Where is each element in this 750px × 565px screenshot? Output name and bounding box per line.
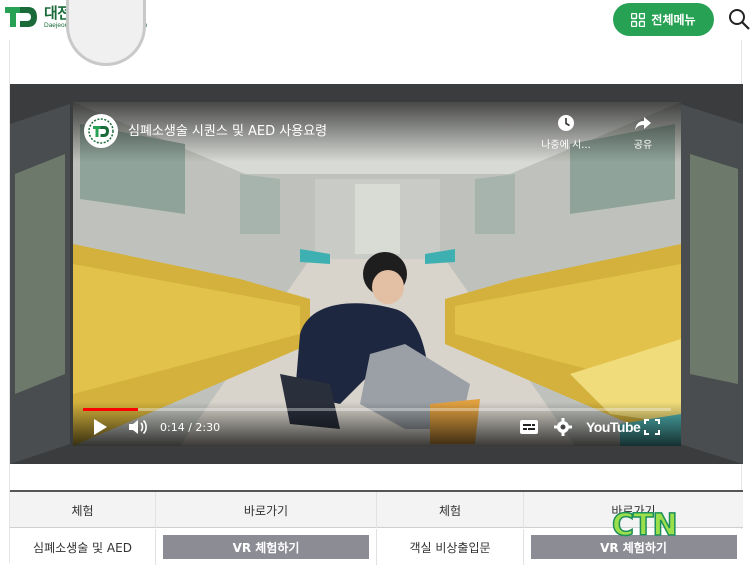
- vr-experience-button[interactable]: VR 체험하기: [163, 535, 369, 559]
- share-label: 공유: [633, 140, 653, 151]
- watch-later-button[interactable]: 나중에 시...: [536, 114, 596, 151]
- fullscreen-button[interactable]: [644, 416, 660, 438]
- avatar: [66, 0, 146, 66]
- search-icon[interactable]: [728, 8, 750, 30]
- main-content: 심폐소생술 시퀀스 및 AED 사용요령 나중에 시... 공유 0:14 / …: [9, 0, 743, 565]
- all-menu-button[interactable]: 전체메뉴: [613, 3, 714, 36]
- share-button[interactable]: 공유: [618, 114, 668, 151]
- table-header-cell: 체험: [377, 492, 524, 528]
- play-icon: [94, 419, 107, 435]
- all-menu-label: 전체메뉴: [651, 13, 696, 27]
- video-player[interactable]: 심폐소생술 시퀀스 및 AED 사용요령 나중에 시... 공유 0:14 / …: [10, 84, 743, 464]
- share-arrow-icon: [635, 117, 651, 130]
- gear-icon: [554, 418, 572, 436]
- play-button[interactable]: [92, 416, 108, 438]
- vr-experience-table: 체험 바로가기 체험 바로가기 심폐소생술 및 AED VR 체험하기 객실 비…: [10, 490, 743, 565]
- experience-name-cell: 심폐소생술 및 AED: [10, 529, 156, 565]
- settings-button[interactable]: [554, 416, 572, 438]
- subtitles-button[interactable]: [520, 416, 538, 438]
- time-display: 0:14 / 2:30: [160, 420, 221, 434]
- volume-button[interactable]: [128, 416, 148, 438]
- channel-logo[interactable]: [84, 114, 118, 148]
- logo-mark-icon: [5, 7, 37, 27]
- youtube-logo[interactable]: YouTube: [586, 416, 641, 438]
- subtitles-icon: [520, 420, 538, 434]
- grid-icon: [631, 12, 646, 27]
- fullscreen-icon: [644, 419, 660, 435]
- video-title[interactable]: 심폐소생술 시퀀스 및 AED 사용요령: [128, 120, 327, 139]
- experience-name-cell: 객실 비상출입문: [377, 529, 524, 565]
- channel-logo-icon: [88, 118, 114, 144]
- progress-bar[interactable]: [83, 408, 671, 411]
- clock-icon: [558, 115, 574, 131]
- table-header-cell: 바로가기: [156, 492, 377, 528]
- volume-icon: [129, 419, 147, 435]
- watch-later-label: 나중에 시...: [541, 140, 591, 151]
- shortcut-cell: VR 체험하기: [156, 529, 377, 565]
- table-header-cell: 체험: [10, 492, 156, 528]
- progress-played: [83, 408, 138, 411]
- ctn-watermark: CTN: [611, 507, 678, 544]
